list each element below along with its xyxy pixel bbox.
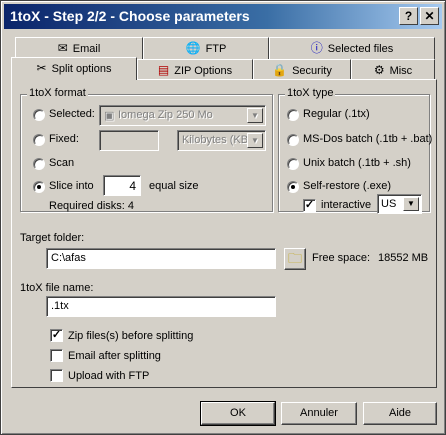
lock-icon: 🔒	[272, 63, 288, 77]
target-folder-label: Target folder:	[20, 232, 85, 244]
split-icon: ✂	[36, 61, 47, 75]
device-select[interactable]: ▣ Iomega Zip 250 Mo ▼	[99, 105, 266, 126]
type-group-title: 1toX type	[285, 87, 336, 99]
browse-folder-button[interactable]: 🗀	[284, 248, 306, 270]
slice-radio[interactable]	[33, 181, 45, 193]
split-options-panel: 1toX format Selected: ▣ Iomega Zip 250 M…	[11, 79, 437, 388]
tab-zip-options[interactable]: ▤ ZIP Options	[137, 59, 253, 81]
type-unix-radio[interactable]	[287, 158, 299, 170]
fixed-radio[interactable]	[33, 134, 45, 146]
email-after-split-label: Email after splitting	[68, 350, 161, 362]
device-select-value: Iomega Zip 250 Mo	[118, 109, 213, 121]
scan-radio[interactable]	[33, 158, 45, 170]
chevron-down-icon: ▼	[403, 197, 419, 211]
tab-label: ZIP Options	[174, 65, 233, 77]
required-disks-text: Required disks: 4	[49, 200, 134, 212]
tab-label: FTP	[205, 43, 227, 55]
fixed-unit-value: Kilobytes (KB	[182, 134, 249, 146]
type-selfrestore-label: Self-restore (.exe)	[303, 180, 392, 192]
free-space-label: Free space:	[312, 252, 371, 264]
zip-before-split-checkbox[interactable]: ✓	[50, 329, 63, 342]
type-unix-label: Unix batch (.1tb + .sh)	[303, 157, 411, 169]
tab-label: Selected files	[327, 43, 394, 55]
type-msdos-label: MS-Dos batch (.1tb + .bat)	[303, 133, 433, 145]
slice-count-input[interactable]: 4	[103, 175, 141, 196]
type-regular-label: Regular (.1tx)	[303, 108, 370, 120]
dialog-window: 1toX - Step 2/2 - Choose parameters ? ✕ …	[0, 0, 446, 435]
scan-label: Scan	[49, 157, 75, 169]
selected-radio[interactable]	[33, 109, 45, 121]
language-select[interactable]: US ▼	[377, 194, 422, 214]
type-regular-radio[interactable]	[287, 109, 299, 121]
help-title-button[interactable]: ?	[399, 7, 418, 25]
title-bar[interactable]: 1toX - Step 2/2 - Choose parameters ? ✕	[4, 4, 442, 29]
email-after-split-checkbox[interactable]	[50, 349, 63, 362]
type-selfrestore-radio[interactable]	[287, 181, 299, 193]
fixed-label: Fixed:	[49, 133, 79, 145]
selected-label: Selected:	[49, 108, 95, 120]
tab-ftp[interactable]: 🌐 FTP	[143, 37, 269, 59]
ok-button[interactable]: OK	[200, 401, 276, 426]
target-folder-input[interactable]: C:\afas	[46, 248, 276, 269]
tab-label: Email	[72, 43, 101, 55]
email-icon: ✉	[57, 41, 68, 55]
free-space-value: 18552 MB	[378, 252, 429, 264]
slice-label: Slice into	[49, 180, 94, 192]
tab-label: Misc	[389, 65, 413, 77]
zip-before-split-label: Zip files(s) before splitting	[68, 330, 194, 342]
slice-suffix-label: equal size	[149, 180, 199, 192]
type-group: 1toX type Regular (.1tx) MS-Dos batch (.…	[278, 87, 433, 214]
upload-ftp-label: Upload with FTP	[68, 370, 150, 382]
tab-split-options[interactable]: ✂ Split options	[11, 57, 137, 80]
close-button[interactable]: ✕	[420, 7, 439, 25]
disk-icon: ▣	[104, 110, 115, 122]
interactive-checkbox[interactable]: ✓	[303, 199, 316, 212]
chevron-down-icon: ▼	[247, 133, 263, 148]
tab-label: Split options	[51, 63, 112, 75]
tab-misc[interactable]: ⚙ Misc	[351, 59, 435, 81]
tab-security[interactable]: 🔒 Security	[253, 59, 351, 81]
folder-icon: 🗀	[288, 250, 302, 266]
type-msdos-radio[interactable]	[287, 134, 299, 146]
chevron-down-icon: ▼	[247, 108, 263, 123]
info-icon: ⓘ	[310, 41, 323, 55]
tab-selected-files[interactable]: ⓘ Selected files	[269, 37, 435, 59]
fixed-unit-select[interactable]: Kilobytes (KB ▼	[177, 130, 266, 151]
file-name-input[interactable]: .1tx	[46, 296, 276, 317]
fixed-size-input[interactable]	[99, 130, 159, 151]
interactive-label: interactive	[321, 199, 372, 211]
window-title: 1toX - Step 2/2 - Choose parameters	[10, 8, 250, 24]
format-group-title: 1toX format	[27, 87, 88, 99]
gear-icon: ⚙	[373, 63, 385, 77]
help-button[interactable]: Aide	[363, 402, 437, 425]
tab-label: Security	[292, 65, 332, 77]
zip-icon: ▤	[157, 63, 170, 77]
file-name-label: 1toX file name:	[20, 282, 94, 294]
tab-email[interactable]: ✉ Email	[15, 37, 143, 59]
cancel-button[interactable]: Annuler	[281, 402, 357, 425]
upload-ftp-checkbox[interactable]	[50, 369, 63, 382]
format-group: 1toX format Selected: ▣ Iomega Zip 250 M…	[20, 87, 273, 212]
globe-icon: 🌐	[185, 41, 201, 55]
language-select-value: US	[381, 198, 397, 210]
